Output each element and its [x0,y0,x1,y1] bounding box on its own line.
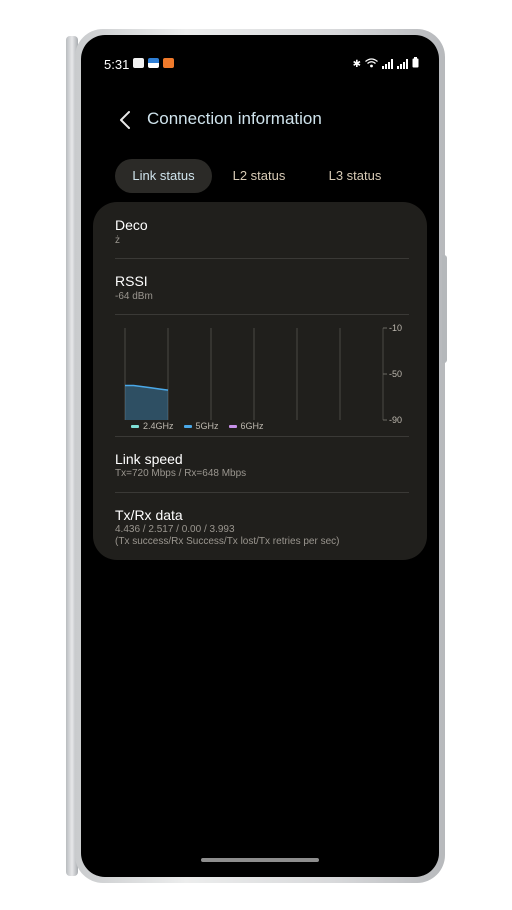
cloud-icon [148,58,159,68]
page-title: Connection information [147,109,322,128]
y-tick-label: -90 [389,415,402,425]
rssi-value: -64 dBm [115,291,153,302]
txrx-label: Tx/Rx data [115,507,183,523]
txrx-value: 4.436 / 2.517 / 0.00 / 3.993 [115,524,235,535]
legend-swatch [131,424,139,428]
link-status-card: Deco ż RSSI -64 dBm -10 -50 -90 2.4GHz 5GH… [93,202,427,560]
chevron-left-icon [120,111,130,129]
side-button [442,255,447,363]
image-icon [133,58,144,68]
legend-label: 2.4GHz [143,421,174,431]
heart-icon [163,58,174,68]
network-name-value: ż [115,235,120,246]
divider [115,258,409,259]
series-area-5ghz [125,385,168,420]
gesture-nav-handle[interactable] [201,858,319,862]
chart-legend: 2.4GHz 5GHz 6GHz [131,421,264,431]
battery-icon [412,57,419,71]
y-tick-label: -10 [389,323,402,333]
legend-label: 6GHz [240,421,264,431]
txrx-description: (Tx success/Rx Success/Tx lost/Tx retrie… [115,536,340,547]
tab-l2-status[interactable]: L2 status [211,159,307,193]
y-tick-label: -50 [389,369,402,379]
signal-icon [382,59,393,69]
status-left-icons [133,58,174,68]
status-right-icons: ✱ [353,57,419,71]
divider [115,492,409,493]
legend-label: 5GHz [195,421,219,431]
legend-item-5ghz: 5GHz [183,421,219,431]
bluetooth-icon: ✱ [352,58,361,70]
status-time: 5:31 [104,57,130,72]
legend-item-2-4ghz: 2.4GHz [131,421,174,431]
divider [115,436,409,437]
phone-mockup: 5:31 ✱ Connection information Link statu… [0,0,512,910]
link-speed-label: Link speed [115,451,183,467]
wifi-icon [365,57,378,71]
rssi-label: RSSI [115,273,148,289]
legend-swatch [228,424,237,428]
back-button[interactable] [113,107,137,133]
tab-link-status[interactable]: Link status [115,159,212,193]
link-speed-value: Tx=720 Mbps / Rx=648 Mbps [115,468,247,479]
network-name-label: Deco [115,217,148,233]
divider [115,314,409,315]
legend-swatch [183,424,192,428]
legend-item-6ghz: 6GHz [228,421,264,431]
signal-icon [397,59,408,69]
tab-l3-status[interactable]: L3 status [307,159,403,193]
phone-screen: 5:31 ✱ Connection information Link statu… [81,35,439,877]
